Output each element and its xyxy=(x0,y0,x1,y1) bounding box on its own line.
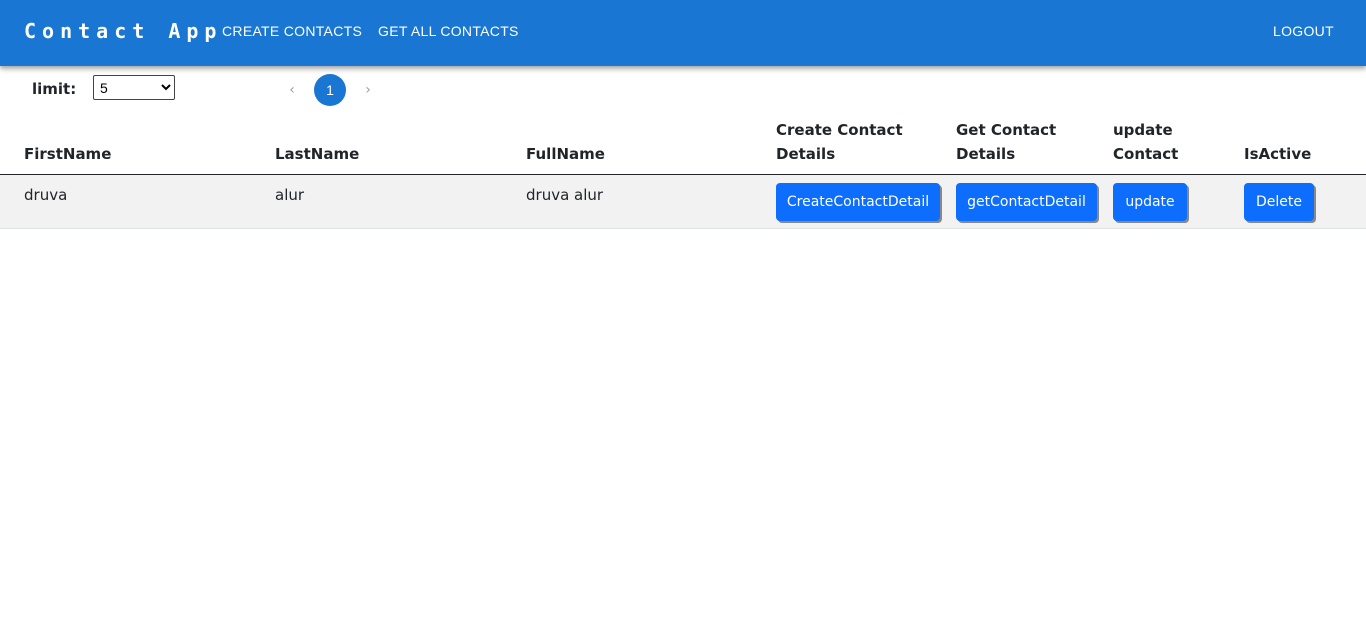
create-contact-detail-button[interactable]: CreateContactDetail xyxy=(776,183,940,221)
column-header-update-line1: update xyxy=(1113,121,1173,139)
column-header-get-details-line2: Details xyxy=(956,145,1016,163)
get-contact-detail-button[interactable]: getContactDetail xyxy=(956,183,1097,221)
chevron-right-icon[interactable]: › xyxy=(358,80,378,100)
app-brand: Contact App xyxy=(24,19,223,43)
column-header-fullname: FullName xyxy=(526,145,605,163)
column-header-update-line2: Contact xyxy=(1113,145,1179,163)
column-header-firstname: FirstName xyxy=(24,145,112,163)
page-button-current[interactable]: 1 xyxy=(314,74,346,106)
limit-label: limit: xyxy=(32,80,77,98)
delete-button[interactable]: Delete xyxy=(1244,183,1314,221)
logout-button[interactable]: LOGOUT xyxy=(1273,23,1334,39)
limit-select[interactable]: 5 xyxy=(93,75,175,100)
column-header-isactive: IsActive xyxy=(1244,145,1312,163)
nav-get-all-contacts[interactable]: GET ALL CONTACTS xyxy=(378,23,519,39)
app-bar: Contact App CREATE CONTACTS GET ALL CONT… xyxy=(0,0,1366,66)
nav-create-contacts[interactable]: CREATE CONTACTS xyxy=(222,23,362,39)
cell-lastname: alur xyxy=(275,186,305,204)
column-header-get-details-line1: Get Contact xyxy=(956,121,1057,139)
column-header-create-details-line2: Details xyxy=(776,145,836,163)
column-header-create-details-line1: Create Contact xyxy=(776,121,903,139)
cell-fullname: druva alur xyxy=(526,186,604,204)
column-header-lastname: LastName xyxy=(275,145,360,163)
cell-firstname: druva xyxy=(24,186,68,204)
update-button[interactable]: update xyxy=(1113,183,1187,221)
chevron-left-icon[interactable]: ‹ xyxy=(282,80,302,100)
